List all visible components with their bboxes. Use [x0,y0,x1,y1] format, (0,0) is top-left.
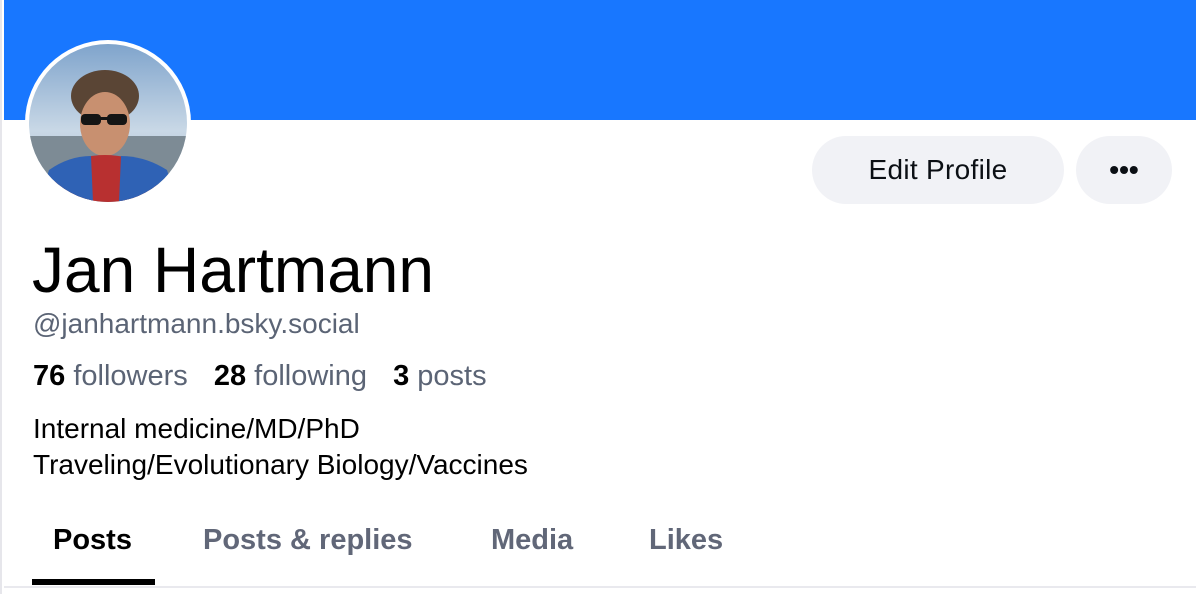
tab-posts[interactable]: Posts [53,512,132,584]
followers-label: followers [73,360,188,392]
following-link[interactable]: 28 following [214,360,367,392]
tabs-divider [4,586,1196,588]
followers-link[interactable]: 76 followers [33,360,188,392]
tab-likes[interactable]: Likes [649,512,723,584]
more-options-button[interactable]: ••• [1076,136,1172,204]
profile-bio: Internal medicine/MD/PhD Traveling/Evolu… [33,411,528,483]
profile-stats: 76 followers 28 following 3 posts [33,358,505,394]
tab-media[interactable]: Media [491,512,573,584]
avatar[interactable] [25,40,191,206]
bio-line: Traveling/Evolutionary Biology/Vaccines [33,449,528,480]
ellipsis-icon: ••• [1109,154,1139,185]
profile-name: Jan Hartmann [32,234,434,306]
followers-count: 76 [33,360,66,392]
following-count: 28 [213,360,247,392]
avatar-photo [29,44,187,202]
posts-count: 3 [393,360,410,392]
following-label: following [254,360,367,392]
bio-line: Internal medicine/MD/PhD [33,413,360,444]
profile-handle: @janhartmann.bsky.social [33,308,360,339]
posts-label: posts [417,360,487,392]
posts-stat: 3 posts [393,360,487,392]
profile-page: Edit Profile ••• Jan Hartmann @janhartma… [0,0,1196,594]
edit-profile-button[interactable]: Edit Profile [812,136,1064,204]
active-tab-indicator [32,579,155,585]
tab-posts-and-replies[interactable]: Posts & replies [203,512,413,584]
